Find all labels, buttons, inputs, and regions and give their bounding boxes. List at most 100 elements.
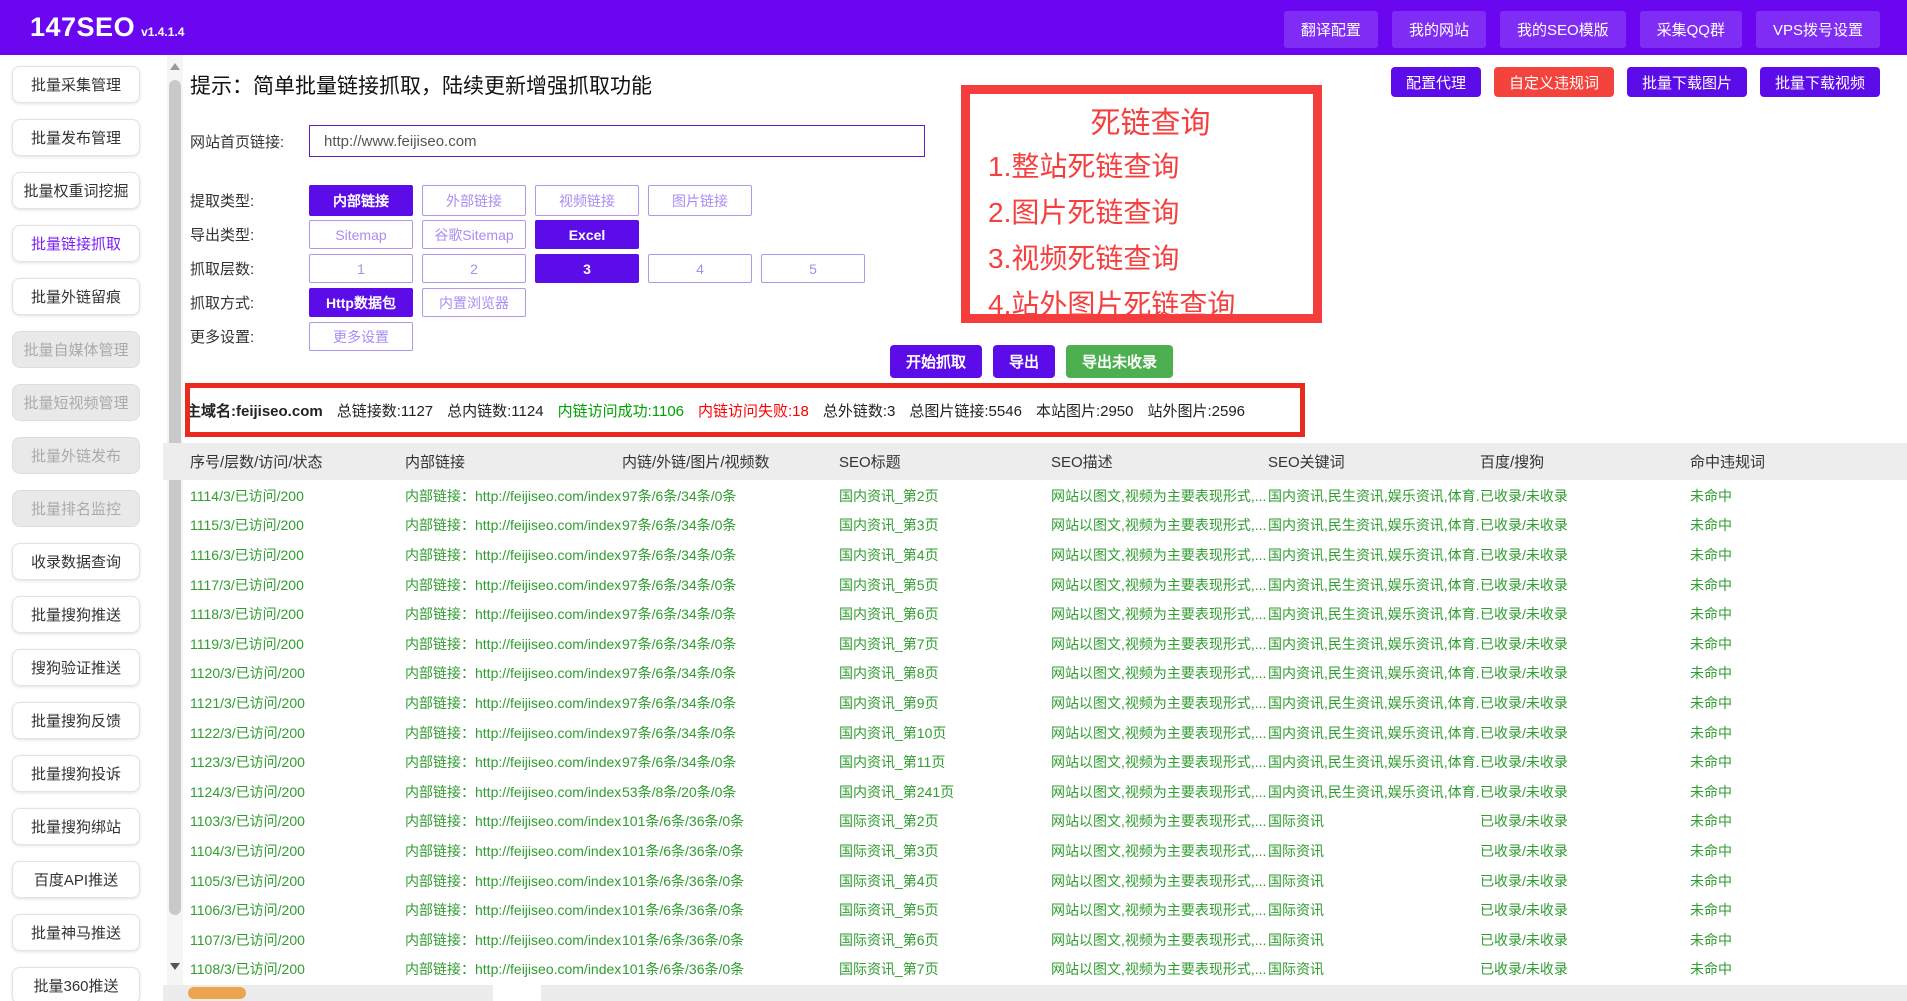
table-row[interactable]: 1120/3/已访问/200内部链接：http://feijiseo.com/i…: [163, 659, 1907, 689]
toolbar-button-1[interactable]: 配置代理: [1391, 67, 1481, 97]
option-3-1[interactable]: 1: [309, 254, 413, 283]
scroll-up-icon[interactable]: [170, 63, 180, 70]
option-1-4[interactable]: 图片链接: [648, 185, 752, 216]
table-row[interactable]: 1121/3/已访问/200内部链接：http://feijiseo.com/i…: [163, 688, 1907, 718]
cell-title: 国际资讯_第3页: [839, 841, 1051, 861]
cell-hit: 未命中: [1690, 959, 1907, 979]
sidebar-item-11[interactable]: 批量搜狗推送: [12, 596, 140, 633]
sidebar: 批量采集管理批量发布管理批量权重词挖掘批量链接抓取批量外链留痕批量自媒体管理批量…: [0, 55, 163, 1001]
toolbar-button-4[interactable]: 批量下载视频: [1760, 67, 1880, 97]
table-row[interactable]: 1104/3/已访问/200内部链接：http://feijiseo.com/i…: [163, 836, 1907, 866]
option-2-1[interactable]: Sitemap: [309, 220, 413, 249]
cell-id: 1122/3/已访问/200: [190, 723, 405, 743]
sidebar-item-2[interactable]: 批量发布管理: [12, 119, 140, 156]
sidebar-item-13[interactable]: 批量搜狗反馈: [12, 702, 140, 739]
cell-title: 国内资讯_第2页: [839, 486, 1051, 506]
cell-id: 1123/3/已访问/200: [190, 752, 405, 772]
sidebar-item-18[interactable]: 批量360推送: [12, 967, 140, 1001]
table-row[interactable]: 1123/3/已访问/200内部链接：http://feijiseo.com/i…: [163, 747, 1907, 777]
option-1-1[interactable]: 内部链接: [309, 185, 413, 216]
cell-link: 内部链接：http://feijiseo.com/index.ph|: [405, 575, 622, 595]
cell-id: 1119/3/已访问/200: [190, 634, 405, 654]
cell-index-status: 已收录/未收录: [1480, 486, 1690, 506]
cell-keywords: 国内资讯,民生资讯,娱乐资讯,体育...: [1268, 782, 1480, 802]
cell-counts: 101条/6条/36条/0条: [622, 811, 839, 831]
toolbar-button-2[interactable]: 自定义违规词: [1494, 67, 1614, 97]
cell-desc: 网站以图文,视频为主要表现形式,...: [1051, 663, 1268, 683]
option-1-3[interactable]: 视频链接: [535, 185, 639, 216]
homepage-url-input[interactable]: [309, 125, 925, 157]
cell-index-status: 已收录/未收录: [1480, 782, 1690, 802]
option-4-2[interactable]: 内置浏览器: [422, 288, 526, 317]
table-row[interactable]: 1114/3/已访问/200内部链接：http://feijiseo.com/i…: [163, 481, 1907, 511]
cell-hit: 未命中: [1690, 782, 1907, 802]
cell-id: 1120/3/已访问/200: [190, 663, 405, 683]
action-button-2[interactable]: 导出: [993, 345, 1055, 378]
table-row[interactable]: 1119/3/已访问/200内部链接：http://feijiseo.com/i…: [163, 629, 1907, 659]
form-row-5: 更多设置:更多设置: [190, 321, 874, 352]
header-menu-item-2[interactable]: 我的网站: [1392, 11, 1486, 48]
sidebar-item-1[interactable]: 批量采集管理: [12, 66, 140, 103]
option-5-1[interactable]: 更多设置: [309, 322, 413, 351]
option-3-3[interactable]: 3: [535, 254, 639, 283]
status-segment-5: 内链访问失败:18: [698, 400, 809, 421]
table-row[interactable]: 1116/3/已访问/200内部链接：http://feijiseo.com/i…: [163, 540, 1907, 570]
cell-id: 1108/3/已访问/200: [190, 959, 405, 979]
action-button-1[interactable]: 开始抓取: [890, 345, 982, 378]
cell-id: 1117/3/已访问/200: [190, 575, 405, 595]
sidebar-item-5[interactable]: 批量外链留痕: [12, 278, 140, 315]
option-1-2[interactable]: 外部链接: [422, 185, 526, 216]
cell-hit: 未命中: [1690, 693, 1907, 713]
toolbar-button-3[interactable]: 批量下载图片: [1627, 67, 1747, 97]
option-4-1[interactable]: Http数据包: [309, 288, 413, 317]
table-row[interactable]: 1122/3/已访问/200内部链接：http://feijiseo.com/i…: [163, 718, 1907, 748]
sidebar-item-17[interactable]: 批量神马推送: [12, 914, 140, 951]
header-menu-item-4[interactable]: 采集QQ群: [1640, 11, 1742, 48]
action-button-3[interactable]: 导出未收录: [1066, 345, 1173, 378]
cell-index-status: 已收录/未收录: [1480, 693, 1690, 713]
table-row[interactable]: 1115/3/已访问/200内部链接：http://feijiseo.com/i…: [163, 511, 1907, 541]
table-row[interactable]: 1124/3/已访问/200内部链接：http://feijiseo.com/i…: [163, 777, 1907, 807]
cell-keywords: 国内资讯,民生资讯,娱乐资讯,体育...: [1268, 515, 1480, 535]
cell-counts: 97条/6条/34条/0条: [622, 515, 839, 535]
horizontal-scrollbar[interactable]: [163, 985, 1907, 1001]
cell-counts: 53条/8条/20条/0条: [622, 782, 839, 802]
horizontal-scrollbar-thumb[interactable]: [188, 987, 246, 999]
cell-keywords: 国际资讯: [1268, 959, 1480, 979]
table-row[interactable]: 1108/3/已访问/200内部链接：http://feijiseo.com/i…: [163, 955, 1907, 985]
table-row[interactable]: 1105/3/已访问/200内部链接：http://feijiseo.com/i…: [163, 866, 1907, 896]
cell-counts: 97条/6条/34条/0条: [622, 604, 839, 624]
table-row[interactable]: 1106/3/已访问/200内部链接：http://feijiseo.com/i…: [163, 895, 1907, 925]
app-window: 147SEO v1.4.1.4 翻译配置我的网站我的SEO模版采集QQ群VPS拨…: [0, 0, 1907, 1001]
option-3-4[interactable]: 4: [648, 254, 752, 283]
option-3-5[interactable]: 5: [761, 254, 865, 283]
table-row[interactable]: 1107/3/已访问/200内部链接：http://feijiseo.com/i…: [163, 925, 1907, 955]
sidebar-item-16[interactable]: 百度API推送: [12, 861, 140, 898]
option-2-2[interactable]: 谷歌Sitemap: [422, 220, 526, 249]
table-row[interactable]: 1117/3/已访问/200内部链接：http://feijiseo.com/i…: [163, 570, 1907, 600]
sidebar-item-10[interactable]: 收录数据查询: [12, 543, 140, 580]
header-menu-item-5[interactable]: VPS拨号设置: [1756, 11, 1880, 48]
sidebar-item-12[interactable]: 搜狗验证推送: [12, 649, 140, 686]
table-row[interactable]: 1118/3/已访问/200内部链接：http://feijiseo.com/i…: [163, 599, 1907, 629]
cell-link: 内部链接：http://feijiseo.com/index.ph|: [405, 959, 622, 979]
cell-keywords: 国际资讯: [1268, 930, 1480, 950]
sidebar-item-14[interactable]: 批量搜狗投诉: [12, 755, 140, 792]
scrollbar-divider: [493, 985, 541, 1001]
option-3-2[interactable]: 2: [422, 254, 526, 283]
sidebar-item-4[interactable]: 批量链接抓取: [12, 225, 140, 262]
header-menu-item-3[interactable]: 我的SEO模版: [1500, 11, 1626, 48]
sidebar-item-15[interactable]: 批量搜狗绑站: [12, 808, 140, 845]
sidebar-item-8: 批量外链发布: [12, 437, 140, 474]
option-2-3[interactable]: Excel: [535, 220, 639, 249]
cell-id: 1106/3/已访问/200: [190, 900, 405, 920]
top-right-toolbar: 配置代理自定义违规词批量下载图片批量下载视频: [1391, 67, 1880, 97]
header-menu: 翻译配置我的网站我的SEO模版采集QQ群 VPS拨号设置: [1284, 11, 1880, 48]
cell-hit: 未命中: [1690, 515, 1907, 535]
table-row[interactable]: 1103/3/已访问/200内部链接：http://feijiseo.com/i…: [163, 807, 1907, 837]
sidebar-item-3[interactable]: 批量权重词挖掘: [12, 172, 140, 209]
cell-desc: 网站以图文,视频为主要表现形式,...: [1051, 900, 1268, 920]
cell-desc: 网站以图文,视频为主要表现形式,...: [1051, 486, 1268, 506]
header-menu-item-1[interactable]: 翻译配置: [1284, 11, 1378, 48]
cell-desc: 网站以图文,视频为主要表现形式,...: [1051, 604, 1268, 624]
